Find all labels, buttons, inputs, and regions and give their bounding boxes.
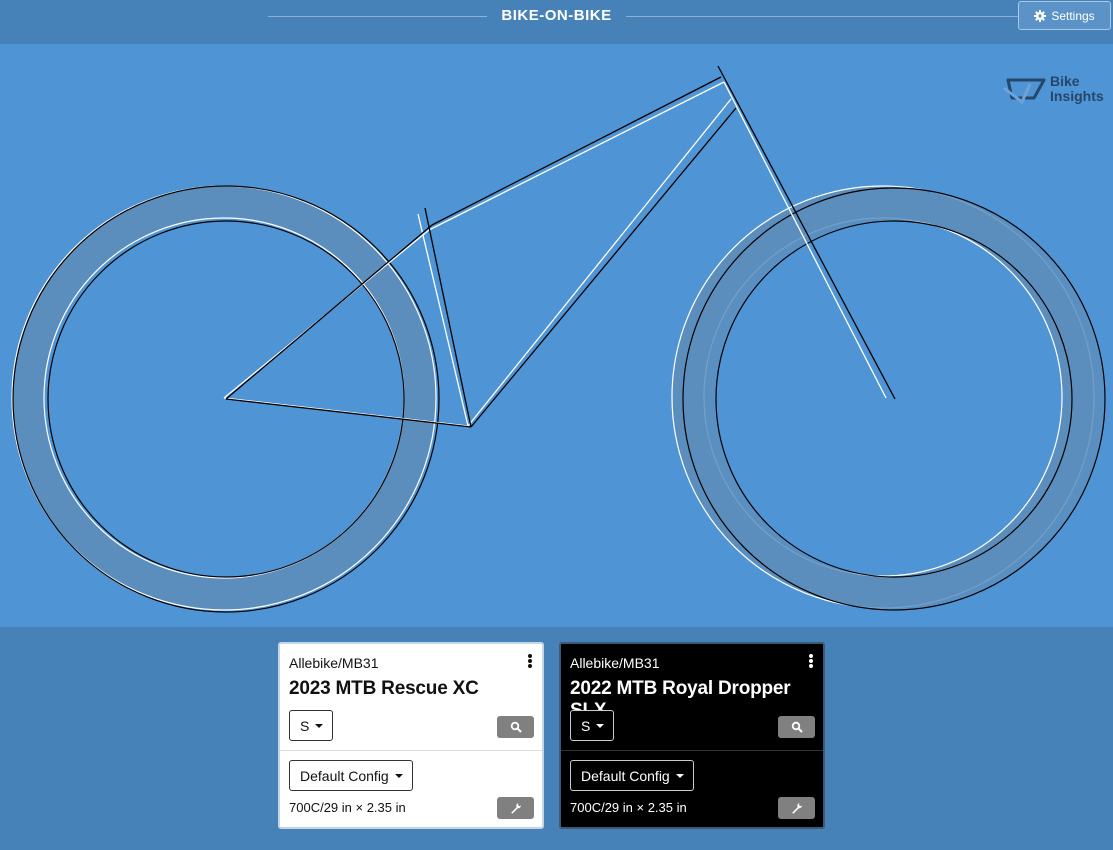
app-header: BIKE-ON-BIKE Settings xyxy=(0,0,1113,33)
page-title-text: BIKE-ON-BIKE xyxy=(487,7,626,24)
rear-wheel xyxy=(11,185,440,613)
bike-comparison-canvas: Bike Insights xyxy=(0,44,1113,627)
more-options-icon[interactable] xyxy=(808,654,814,670)
tire-spec: 700C/29 in × 2.35 in xyxy=(570,800,687,815)
config-value: Default Config xyxy=(300,767,389,784)
bike-brand: Allebike/MB31 xyxy=(289,655,379,671)
bike-card-2: Allebike/MB31 2022 MTB Royal Dropper SLX… xyxy=(559,642,825,829)
search-icon xyxy=(510,721,522,733)
logo-line-2: Insights xyxy=(1050,88,1104,104)
config-dropdown[interactable]: Default Config xyxy=(570,760,694,791)
config-value: Default Config xyxy=(581,767,670,784)
caret-down-icon xyxy=(596,723,605,728)
tire-spec: 700C/29 in × 2.35 in xyxy=(289,800,406,815)
bike-overlay-drawing xyxy=(11,65,1106,613)
bike-model: 2023 MTB Rescue XC xyxy=(289,678,479,699)
settings-label: Settings xyxy=(1051,8,1095,23)
bike-brand: Allebike/MB31 xyxy=(570,655,660,671)
search-button[interactable] xyxy=(497,716,534,738)
page-title: BIKE-ON-BIKE xyxy=(0,7,1113,24)
front-wheel-bike-b xyxy=(682,187,1106,611)
caret-down-icon xyxy=(315,723,324,728)
gear-icon xyxy=(1034,9,1047,22)
settings-button[interactable]: Settings xyxy=(1018,1,1111,30)
wrench-button[interactable] xyxy=(778,797,815,819)
caret-down-icon xyxy=(394,773,403,778)
bike-card-1: Allebike/MB31 2023 MTB Rescue XC S Defau… xyxy=(278,642,544,829)
card-divider xyxy=(280,750,542,751)
size-dropdown[interactable]: S xyxy=(289,710,334,741)
logo-text: Bike Insights xyxy=(1050,74,1104,104)
size-value: S xyxy=(300,717,310,734)
size-value: S xyxy=(581,717,591,734)
config-dropdown[interactable]: Default Config xyxy=(289,760,413,791)
caret-down-icon xyxy=(675,773,684,778)
card-divider xyxy=(561,750,823,751)
bike-insights-logo: Bike Insights xyxy=(1002,74,1112,108)
more-options-icon[interactable] xyxy=(527,654,533,670)
logo-line-1: Bike xyxy=(1050,73,1080,89)
search-icon xyxy=(791,721,803,733)
wrench-button[interactable] xyxy=(497,797,534,819)
size-dropdown[interactable]: S xyxy=(570,710,615,741)
wrench-icon xyxy=(791,803,802,814)
search-button[interactable] xyxy=(778,716,815,738)
wrench-icon xyxy=(510,803,521,814)
bike-insights-logo-icon xyxy=(1003,78,1046,104)
